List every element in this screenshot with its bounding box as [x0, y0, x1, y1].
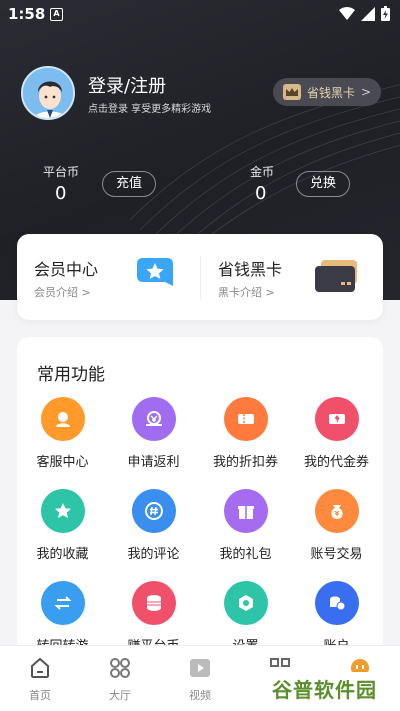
video-icon: [190, 659, 210, 677]
watermark-text: 谷普软件园: [272, 677, 377, 702]
member-center-title[interactable]: 会员中心: [34, 256, 98, 280]
headset-icon: [40, 397, 85, 441]
membership-card: 会员中心 会员介绍 > 省钱黑卡 黑卡介绍 >: [17, 234, 383, 320]
function-item-label: 我的折扣券: [212, 455, 278, 470]
function-item[interactable]: 客服中心: [17, 397, 108, 470]
function-item[interactable]: 我的评论: [108, 489, 199, 562]
watermark-logo: 谷普软件园: [268, 672, 392, 704]
function-item-label: 申请返利: [127, 455, 180, 470]
star-icon: [40, 489, 85, 533]
platform-coin-label: 平台币: [43, 165, 80, 179]
function-item-label: 账号交易: [310, 547, 363, 562]
gold-coin-value: 0: [255, 183, 267, 204]
card-divider: [200, 256, 201, 300]
home-icon: [31, 657, 49, 678]
decorative-lines: [129, 84, 400, 260]
gift-icon: [223, 489, 268, 533]
function-item[interactable]: 申请返利: [108, 397, 199, 470]
voucher-icon: [314, 397, 359, 441]
crown-icon: [283, 84, 301, 100]
blackcard-intro-link[interactable]: 黑卡介绍 >: [218, 284, 275, 300]
function-item[interactable]: 设置: [200, 581, 291, 654]
notification-icon: A: [50, 8, 63, 21]
function-item[interactable]: 我的收藏: [17, 489, 108, 562]
tab-home-label: 首页: [29, 689, 51, 702]
function-item[interactable]: 我的礼包: [200, 489, 291, 562]
blackcard-title[interactable]: 省钱黑卡: [218, 256, 282, 280]
recharge-button[interactable]: 充值: [102, 171, 156, 197]
function-item[interactable]: 转回转游: [17, 581, 108, 654]
blackcard-pill-label: 省钱黑卡: [307, 85, 356, 100]
grid-icon: [110, 658, 130, 678]
tab-home[interactable]: 首页: [0, 656, 80, 703]
tab-video[interactable]: 视频: [160, 656, 240, 703]
function-item[interactable]: 账户: [291, 581, 382, 654]
black-card-icon[interactable]: [315, 260, 359, 292]
tab-video-label: 视频: [189, 689, 211, 702]
member-intro-link[interactable]: 会员介绍 >: [34, 284, 91, 300]
wallet-icon: [314, 581, 359, 625]
rebate-icon: [131, 397, 176, 441]
common-functions-card: 常用功能 客服中心 申请返利 我的折扣券 我的代金券我的收藏 我的评论 我的礼包 账号交易转…: [17, 337, 383, 657]
gold-coin-label: 金币: [250, 165, 275, 179]
function-item-label: 客服中心: [36, 455, 89, 470]
login-title[interactable]: 登录/注册: [88, 72, 166, 98]
function-item[interactable]: 账号交易: [291, 489, 382, 562]
function-item[interactable]: 我的折扣券: [200, 397, 291, 470]
function-item-label: 我的代金券: [303, 455, 369, 470]
platform-coin-value: 0: [55, 183, 67, 204]
common-functions-title: 常用功能: [37, 365, 105, 385]
chevron-right-icon: >: [361, 85, 372, 99]
coupon-icon: [223, 397, 268, 441]
login-subtitle: 点击登录 享受更多精彩游戏: [88, 104, 212, 115]
coins-icon: [131, 581, 176, 625]
status-bar: 1:58 A: [0, 0, 400, 30]
function-item[interactable]: 我的代金券: [291, 397, 382, 470]
battery-icon: [381, 6, 390, 21]
exchange-button[interactable]: 兑换: [296, 171, 350, 197]
blackcard-pill-button[interactable]: 省钱黑卡 >: [273, 78, 381, 106]
signal-icon: [361, 6, 375, 21]
status-time: 1:58: [8, 5, 46, 23]
member-star-icon[interactable]: [135, 254, 175, 294]
swap-icon: [40, 581, 85, 625]
comment-icon: [131, 489, 176, 533]
avatar[interactable]: [21, 66, 75, 120]
function-item[interactable]: 赚平台币: [108, 581, 199, 654]
function-item-label: 我的评论: [127, 547, 180, 562]
wifi-icon: [339, 6, 355, 20]
tab-lobby[interactable]: 大厅: [80, 656, 160, 703]
function-item-label: 我的收藏: [36, 547, 89, 562]
moneybag-icon: [314, 489, 359, 533]
settings-icon: [223, 581, 268, 625]
function-item-label: 我的礼包: [219, 547, 272, 562]
tab-lobby-label: 大厅: [109, 689, 131, 702]
